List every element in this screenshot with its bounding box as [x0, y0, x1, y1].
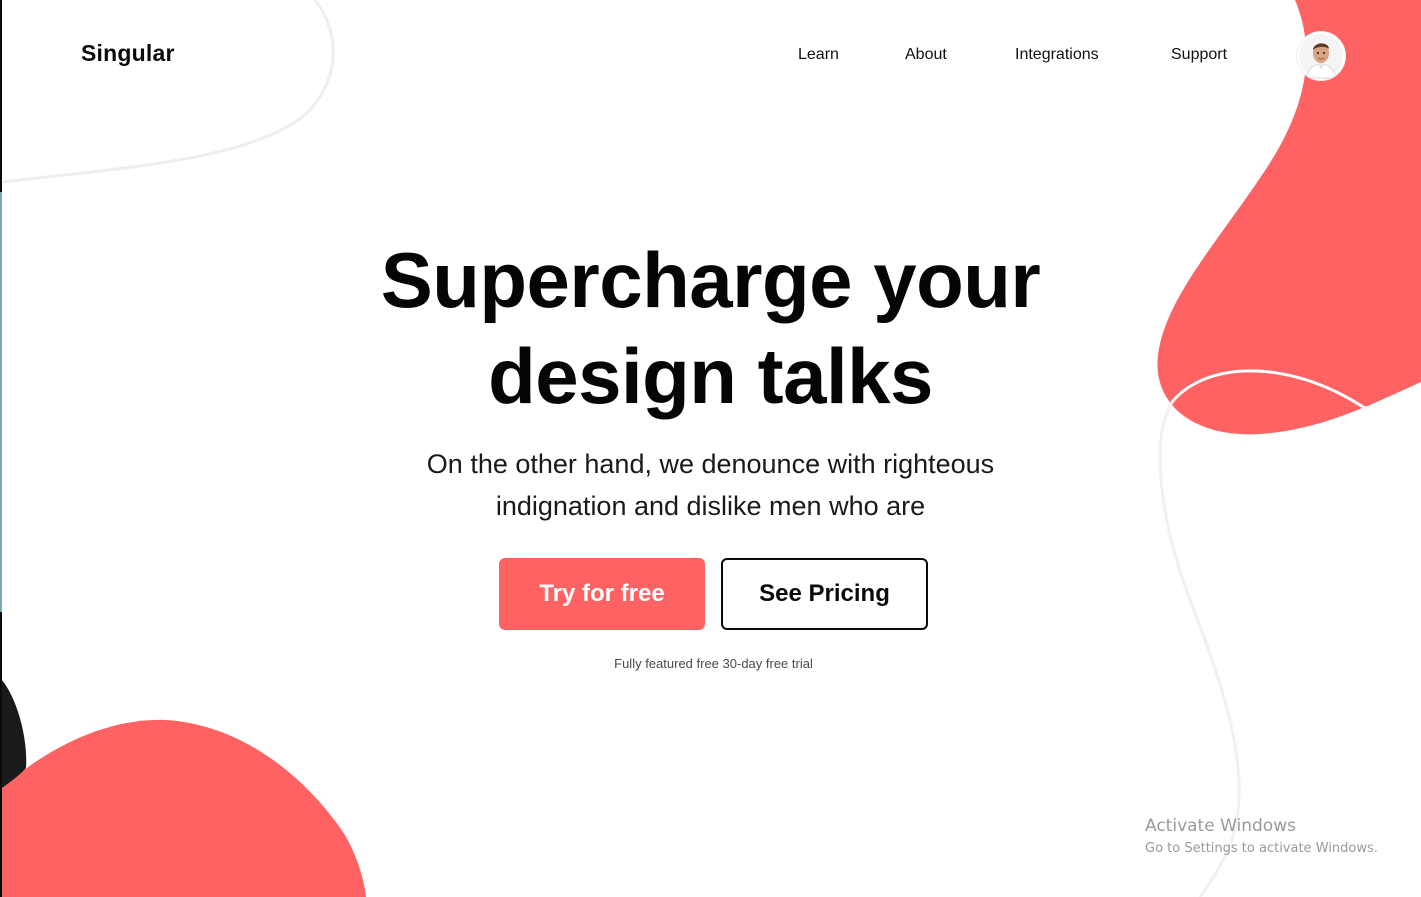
nav-about[interactable]: About — [905, 46, 947, 64]
bottom-left-dark-sliver — [2, 680, 27, 788]
top-left-curve — [1, 0, 335, 184]
hero-subtitle-line-1: On the other hand, we denounce with righ… — [426, 449, 995, 479]
landing-page: Singular Learn About Integrations Suppor… — [0, 0, 1421, 897]
try-for-free-button[interactable]: Try for free — [499, 558, 705, 630]
watermark-title: Activate Windows — [1145, 816, 1296, 836]
hero-subtitle-line-2: indignation and dislike men who are — [495, 491, 926, 521]
bottom-left-blob — [2, 719, 366, 897]
watermark-subtitle: Go to Settings to activate Windows. — [1145, 841, 1378, 856]
see-pricing-button[interactable]: See Pricing — [721, 558, 928, 630]
main-nav: Learn About Integrations Support — [0, 46, 1421, 70]
user-avatar-icon — [1299, 34, 1343, 79]
hero-title-line-2: design talks — [488, 332, 933, 420]
nav-integrations[interactable]: Integrations — [1015, 46, 1099, 64]
nav-learn[interactable]: Learn — [798, 46, 839, 64]
hero-title-line-1: Supercharge your — [380, 236, 1041, 324]
user-avatar[interactable] — [1297, 32, 1345, 80]
nav-support[interactable]: Support — [1171, 46, 1227, 64]
hero-title: Supercharge your design talks — [0, 232, 1421, 424]
trial-note: Fully featured free 30-day free trial — [614, 656, 813, 671]
activate-windows-watermark: Activate Windows Go to Settings to activ… — [1145, 815, 1378, 859]
hero-subtitle: On the other hand, we denounce with righ… — [0, 443, 1421, 527]
